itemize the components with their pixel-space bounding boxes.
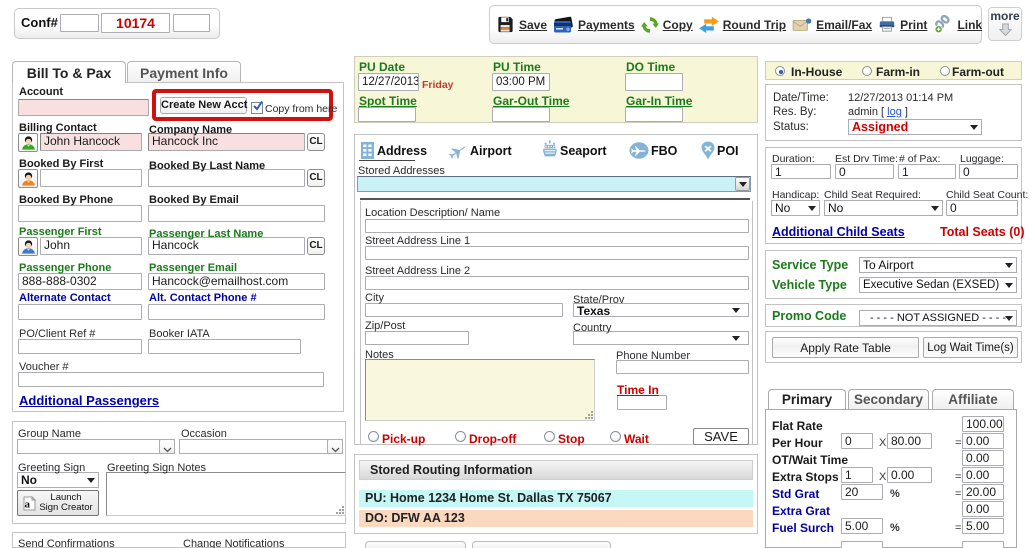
svg-text:a: a [25, 498, 31, 510]
